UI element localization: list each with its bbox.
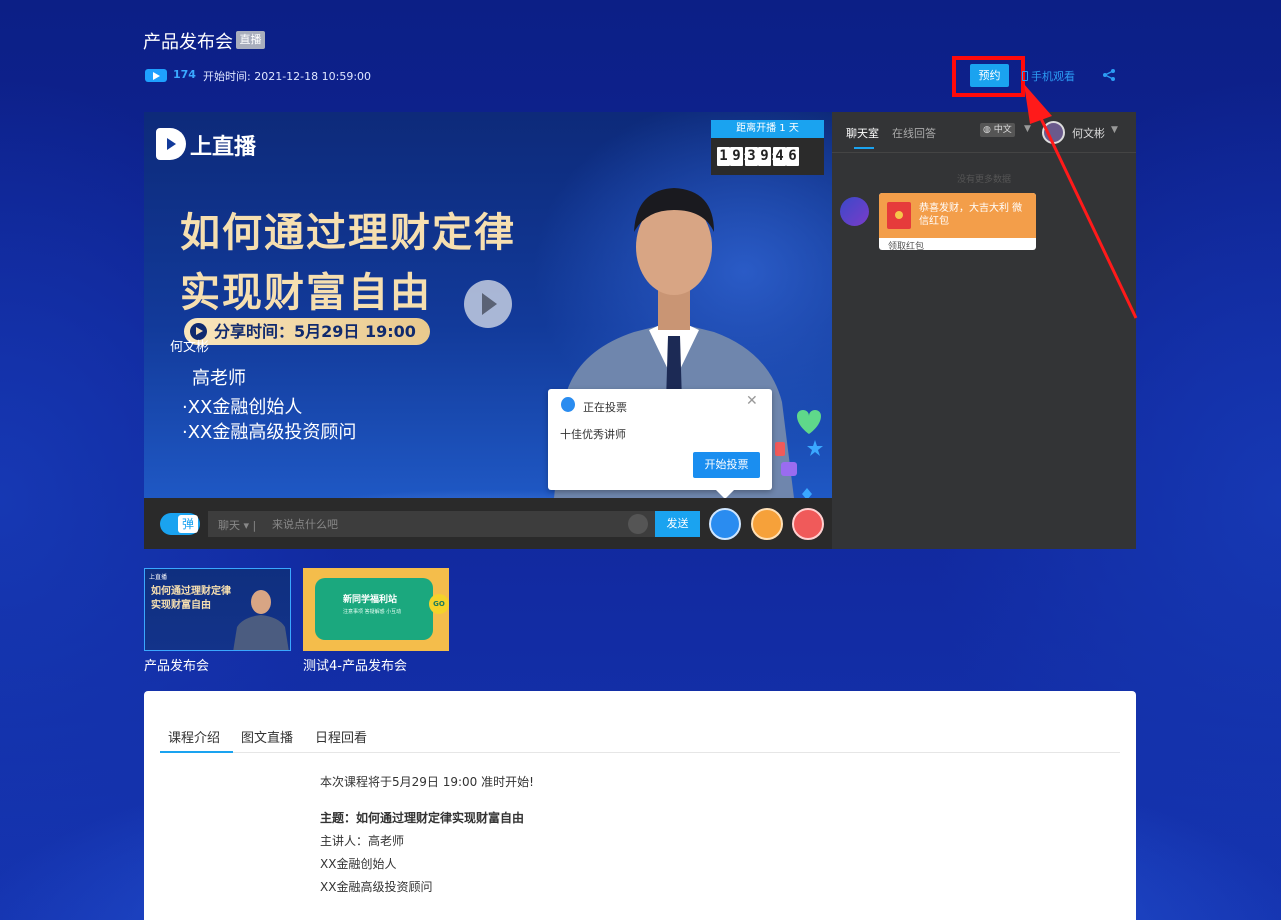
heart-icon[interactable] (792, 508, 824, 540)
phone-watch-link[interactable]: 手机观看 (1022, 68, 1075, 84)
heart-icon (797, 410, 821, 434)
live-badge: 直播 (236, 31, 265, 49)
active-tab-indicator (160, 751, 233, 753)
danmu-toggle[interactable]: 弹 (160, 513, 200, 535)
chat-input-box: 聊天 ▾ | (208, 511, 655, 537)
player-control-bar: 弹 聊天 ▾ | 发送 (144, 498, 832, 549)
chat-type-select[interactable]: 聊天 ▾ | (218, 517, 256, 533)
viewer-count: 174 (173, 68, 196, 81)
speaker-text: 主讲人：高老师 (320, 834, 405, 848)
vote-status: 正在投票 (583, 401, 627, 414)
countdown-digit: 6 (786, 147, 799, 166)
poster-headline-2: 实现财富自由 (180, 270, 432, 316)
countdown-label: 距离开播 1 天 (711, 120, 824, 138)
language-select[interactable]: ◍ 中文 (980, 123, 1015, 137)
intro-text: 本次课程将于5月29日 19:00 准时开始! (320, 775, 534, 789)
chat-input[interactable] (272, 511, 612, 537)
red-packet-card[interactable]: 恭喜发财，大吉大利 微信红包 领取红包 (879, 193, 1036, 250)
claim-red-packet[interactable]: 领取红包 (888, 239, 924, 250)
phone-icon (1022, 71, 1028, 81)
tv-icon (781, 462, 797, 476)
video-thumbnail[interactable]: 上直播 如何通过理财定律实现财富自由 (144, 568, 291, 651)
divider (832, 152, 1136, 153)
speaker-role-2: XX金融高级投资顾问 (320, 880, 433, 894)
user-name[interactable]: 何文彬 (1072, 125, 1105, 141)
video-thumbnail[interactable]: 新同学福利站 注意事项 答疑解惑 小互动 GO (303, 568, 449, 651)
star-icon (807, 440, 823, 456)
logo-icon (156, 128, 186, 160)
thumbnail-label[interactable]: 产品发布会 (144, 655, 209, 674)
topic-text: 主题：如何通过理财定律实现财富自由 (320, 811, 525, 825)
video-icon (145, 69, 167, 82)
share-time-pill: 分享时间：5月29日 19:00 (184, 318, 430, 345)
teacher-role-1: ·XX金融创始人 (182, 397, 303, 418)
danmu-label: 弹 (178, 515, 198, 533)
language-label: 中文 (993, 125, 1012, 135)
countdown-digit: 1 (717, 147, 730, 166)
thumbnail-title: 新同学福利站 (343, 595, 398, 605)
thumbnail-subtitle: 注意事项 答疑解惑 小互动 (343, 609, 402, 615)
vote-title: 十佳优秀讲师 (560, 428, 626, 441)
phone-watch-label: 手机观看 (1031, 70, 1075, 83)
go-badge: GO (429, 594, 449, 614)
vote-popup: 正在投票 ✕ 十佳优秀讲师 开始投票 (548, 389, 772, 499)
countdown-digit: 4 (773, 147, 786, 166)
logo-text: 上直播 (190, 135, 257, 160)
share-icon[interactable] (1102, 68, 1116, 82)
countdown-digit: 3 (745, 147, 758, 166)
no-more-data: 没有更多数据 (956, 175, 1011, 185)
thumbnail-presenter (233, 590, 289, 650)
thumb-up-icon (775, 442, 785, 456)
host-name-overlay: 何文彬 (170, 340, 210, 355)
vote-chart-icon[interactable] (709, 508, 741, 540)
thumbnail-label[interactable]: 测试4-产品发布会 (303, 655, 407, 674)
teacher-role-2: ·XX金融高级投资顾问 (182, 422, 357, 443)
send-button[interactable]: 发送 (655, 511, 700, 537)
thumbnail-title: 如何通过理财定律实现财富自由 (151, 586, 231, 611)
chevron-down-icon[interactable]: ▼ (1111, 125, 1118, 135)
play-button[interactable] (464, 280, 512, 328)
tab-online-qa[interactable]: 在线回答 (892, 125, 936, 141)
message-avatar (840, 197, 869, 226)
thumbnail-logo: 上直播 (149, 574, 168, 581)
chat-panel: 聊天室 在线回答 ◍ 中文 ▼ 何文彬 ▼ 没有更多数据 恭喜发财，大吉大利 微… (832, 112, 1136, 549)
medal-icon (561, 397, 575, 412)
countdown-digit: 9 (730, 147, 743, 166)
chevron-down-icon[interactable]: ▼ (1024, 124, 1031, 134)
page-title: 产品发布会 (143, 32, 233, 53)
tab-course-intro[interactable]: 课程介绍 (168, 727, 220, 746)
avatar[interactable] (1042, 121, 1065, 144)
close-icon[interactable]: ✕ (746, 393, 758, 409)
poster-headline-1: 如何通过理财定律 (180, 210, 516, 256)
start-time: 开始时间: 2021-12-18 10:59:00 (203, 70, 372, 83)
teacher-name: 高老师 (192, 368, 246, 389)
start-vote-button[interactable]: 开始投票 (693, 452, 760, 478)
reserve-button[interactable]: 预约 (970, 64, 1009, 87)
countdown-timer: 1 9 : 3 9 : 4 6 (711, 138, 824, 175)
tab-schedule-replay[interactable]: 日程回看 (315, 727, 367, 746)
countdown-digit: 9 (758, 147, 771, 166)
tab-chatroom[interactable]: 聊天室 (846, 125, 879, 141)
diamond-icon (802, 488, 812, 498)
gift-icon[interactable] (751, 508, 783, 540)
active-tab-indicator (854, 147, 874, 149)
tab-text-live[interactable]: 图文直播 (241, 727, 293, 746)
red-packet-icon (887, 202, 911, 229)
course-info-card: 课程介绍 图文直播 日程回看 本次课程将于5月29日 19:00 准时开始! 主… (144, 691, 1136, 920)
emoji-icon[interactable] (628, 514, 648, 534)
speaker-role-1: XX金融创始人 (320, 857, 397, 871)
red-packet-message: 恭喜发财，大吉大利 微信红包 (919, 203, 1023, 227)
floating-reactions (775, 410, 823, 498)
tab-divider (160, 752, 1120, 753)
